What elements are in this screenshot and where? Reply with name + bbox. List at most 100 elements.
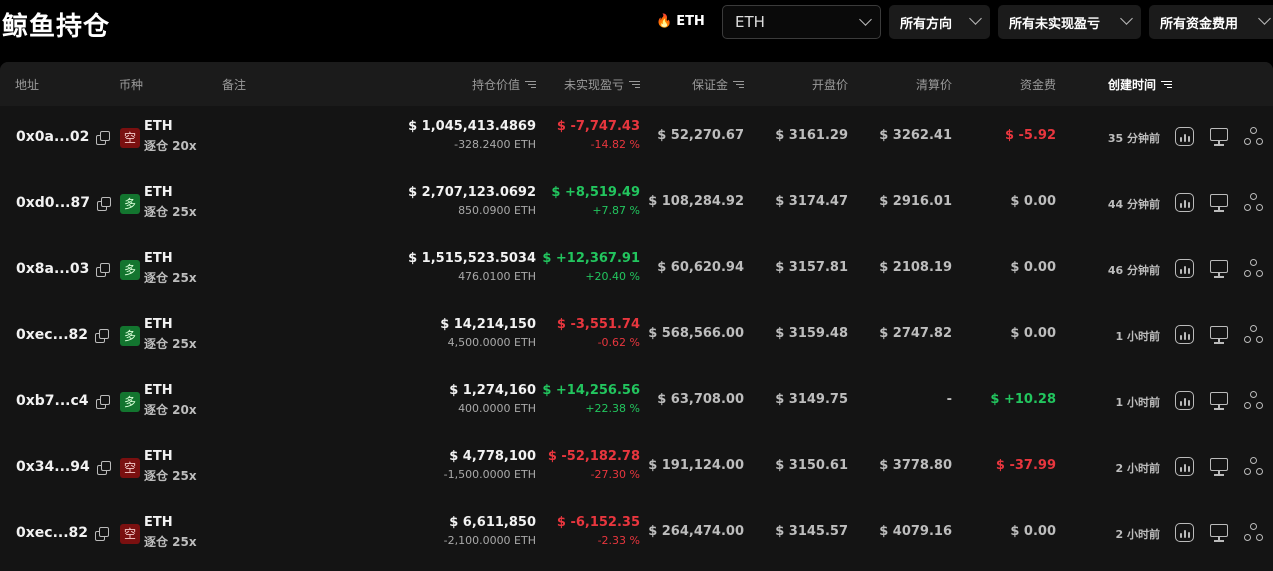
share-icon[interactable] [1244, 193, 1264, 213]
monitor-icon[interactable] [1210, 391, 1230, 411]
coin-name: ETH [144, 383, 173, 398]
monitor-icon[interactable] [1210, 523, 1230, 543]
created-time: 44 分钟前 [1107, 198, 1160, 211]
monitor-icon[interactable] [1210, 127, 1230, 147]
funding-fee: $ 0.00 [1010, 524, 1056, 539]
col-address: 地址 [15, 78, 40, 92]
position-size: -328.2400 ETH [454, 138, 536, 151]
monitor-icon[interactable] [1210, 457, 1230, 477]
symbol-select[interactable]: ETH [722, 5, 881, 39]
pnl-select[interactable]: 所有未实现盈亏 [998, 5, 1141, 39]
leverage: 逐仓 20x [144, 139, 197, 153]
chart-icon[interactable] [1175, 391, 1194, 410]
asset-chip[interactable]: 🔥 ETH [656, 14, 705, 29]
unrealized-pnl-percent: +22.38 % [585, 402, 640, 415]
col-created[interactable]: 创建时间 [1108, 76, 1172, 93]
copy-icon[interactable] [96, 196, 111, 211]
chevron-down-icon [969, 12, 982, 25]
side-badge: 空 [120, 524, 140, 544]
table-row[interactable]: 0x0a...02 空 ETH 逐仓 20x $ 1,045,413.4869 -328.… [0, 106, 1273, 172]
unrealized-pnl-percent: -2.33 % [597, 534, 640, 547]
col-unrealized-pnl[interactable]: 未实现盈亏 [564, 76, 640, 93]
monitor-icon[interactable] [1210, 259, 1230, 279]
table-row[interactable]: 0xec...82 空 ETH 逐仓 25x $ 6,611,850 -2,100.000… [0, 502, 1273, 568]
coin-name: ETH [144, 185, 173, 200]
chart-icon[interactable] [1175, 193, 1194, 212]
side-badge: 多 [120, 326, 140, 346]
address-text: 0xb7...c4 [16, 393, 89, 409]
coin-name: ETH [144, 317, 173, 332]
liq-price: $ 3262.41 [879, 128, 952, 143]
funding-fee: $ 0.00 [1010, 326, 1056, 341]
share-icon[interactable] [1244, 325, 1264, 345]
funding-fee: $ 0.00 [1010, 194, 1056, 209]
sort-icon [1161, 80, 1172, 89]
share-icon[interactable] [1244, 127, 1264, 147]
col-coin: 币种 [119, 78, 144, 92]
share-icon[interactable] [1244, 523, 1264, 543]
direction-select-value: 所有方向 [900, 16, 953, 32]
open-price: $ 3145.57 [775, 524, 848, 539]
position-value: $ 6,611,850 [449, 515, 536, 530]
funding-fee: $ 0.00 [1010, 260, 1056, 275]
position-size: 4,500.0000 ETH [447, 336, 536, 349]
table-row[interactable]: 0xb7...c4 多 ETH 逐仓 20x $ 1,274,160 400.0000 E… [0, 370, 1273, 436]
table-row[interactable]: 0x34...94 空 ETH 逐仓 25x $ 4,778,100 -1,500.000… [0, 436, 1273, 502]
symbol-select-value: ETH [735, 13, 765, 31]
chart-icon[interactable] [1175, 127, 1194, 146]
copy-icon[interactable] [95, 526, 110, 541]
address-cell[interactable]: 0xec...82 [16, 525, 110, 541]
monitor-icon[interactable] [1210, 325, 1230, 345]
margin: $ 108,284.92 [648, 194, 744, 209]
position-value: $ 1,045,413.4869 [408, 119, 536, 134]
chart-icon[interactable] [1175, 259, 1194, 278]
copy-icon[interactable] [96, 262, 111, 277]
side-badge: 多 [120, 194, 140, 214]
side-badge: 空 [120, 458, 140, 478]
col-margin[interactable]: 保证金 [692, 76, 744, 93]
funding-select[interactable]: 所有资金费用 [1149, 5, 1273, 39]
funding-select-value: 所有资金费用 [1160, 16, 1239, 32]
coin-name: ETH [144, 515, 173, 530]
chart-icon[interactable] [1175, 325, 1194, 344]
table-row[interactable]: 0xd0...87 多 ETH 逐仓 25x $ 2,707,123.0692 850.0… [0, 172, 1273, 238]
copy-icon[interactable] [96, 130, 111, 145]
copy-icon[interactable] [95, 328, 110, 343]
col-position-value[interactable]: 持仓价值 [472, 76, 536, 93]
address-text: 0x8a...03 [16, 261, 90, 277]
address-cell[interactable]: 0x0a...02 [16, 129, 111, 145]
share-icon[interactable] [1244, 391, 1264, 411]
address-cell[interactable]: 0xb7...c4 [16, 393, 110, 409]
monitor-icon[interactable] [1210, 193, 1230, 213]
unrealized-pnl-percent: -27.30 % [590, 468, 640, 481]
margin: $ 264,474.00 [648, 524, 744, 539]
copy-icon[interactable] [96, 460, 111, 475]
address-cell[interactable]: 0x34...94 [16, 459, 111, 475]
address-cell[interactable]: 0xd0...87 [16, 195, 111, 211]
share-icon[interactable] [1244, 259, 1264, 279]
coin-name: ETH [144, 119, 173, 134]
side-badge: 空 [120, 128, 140, 148]
chart-icon[interactable] [1175, 457, 1194, 476]
address-cell[interactable]: 0x8a...03 [16, 261, 111, 277]
table-header: 地址 币种 备注 持仓价值 未实现盈亏 保证金 开盘价 清算价 资金费 创建时间 [0, 62, 1273, 106]
share-icon[interactable] [1244, 457, 1264, 477]
liq-price: - [946, 392, 952, 407]
address-cell[interactable]: 0xec...82 [16, 327, 110, 343]
position-value: $ 14,214,150 [440, 317, 536, 332]
position-value: $ 2,707,123.0692 [408, 185, 536, 200]
asset-chip-label: ETH [676, 14, 705, 29]
margin: $ 60,620.94 [657, 260, 744, 275]
position-value: $ 4,778,100 [449, 449, 536, 464]
funding-fee: $ -5.92 [1004, 128, 1056, 143]
direction-select[interactable]: 所有方向 [889, 5, 990, 39]
side-badge: 多 [120, 260, 140, 280]
table-row[interactable]: 0xec...82 多 ETH 逐仓 25x $ 14,214,150 4,500.000… [0, 304, 1273, 370]
coin-name: ETH [144, 449, 173, 464]
copy-icon[interactable] [95, 394, 110, 409]
chart-icon[interactable] [1175, 523, 1194, 542]
flame-icon: 🔥 [656, 14, 673, 29]
address-text: 0xec...82 [16, 327, 89, 343]
position-size: -1,500.0000 ETH [443, 468, 536, 481]
table-row[interactable]: 0x8a...03 多 ETH 逐仓 25x $ 1,515,523.5034 476.0… [0, 238, 1273, 304]
